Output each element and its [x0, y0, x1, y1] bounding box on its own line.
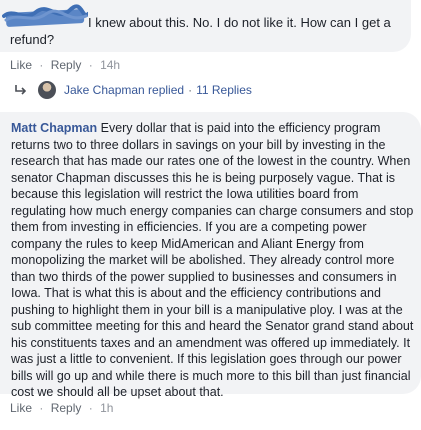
timestamp[interactable]: 1h — [100, 401, 113, 415]
reply-link[interactable]: Reply — [51, 58, 82, 72]
replier-name[interactable]: Jake Chapman replied — [64, 83, 184, 97]
replies-summary[interactable]: Jake Chapman replied · 11 Replies — [14, 80, 252, 100]
comment-text: Every dollar that is paid into the effic… — [11, 121, 414, 399]
like-link[interactable]: Like — [10, 401, 32, 415]
timestamp[interactable]: 14h — [100, 58, 120, 72]
comment-author[interactable]: Matt Chapman — [11, 121, 97, 135]
replies-count-link[interactable]: 11 Replies — [196, 83, 252, 97]
reply-link[interactable]: Reply — [51, 401, 82, 415]
avatar[interactable] — [38, 81, 56, 99]
main-comment-body: Matt Chapman Every dollar that is paid i… — [11, 120, 416, 401]
top-comment-actions: Like · Reply · 14h — [10, 58, 121, 72]
like-link[interactable]: Like — [10, 58, 32, 72]
main-comment-actions: Like · Reply · 1h — [10, 401, 114, 415]
reply-arrow-icon — [15, 85, 27, 95]
top-comment-text: I knew about this. No. I do not like it.… — [10, 15, 391, 47]
